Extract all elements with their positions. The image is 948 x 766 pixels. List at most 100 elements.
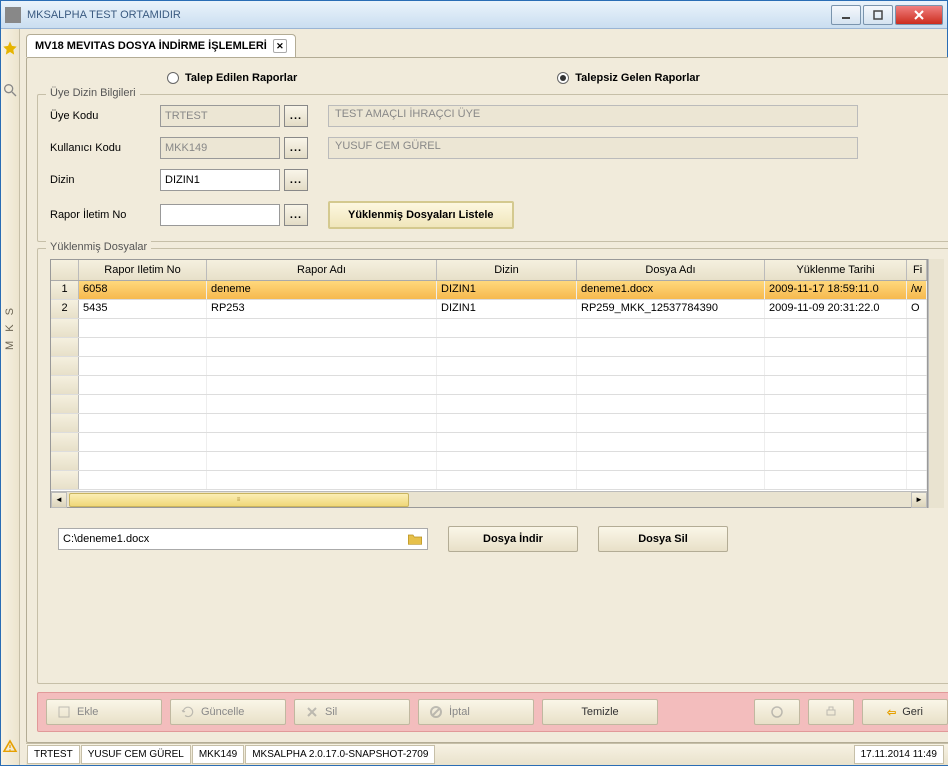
tab-close-icon[interactable]: ✕ [273, 39, 287, 53]
cell-c1 [79, 338, 207, 356]
table-row[interactable]: 25435RP253DIZIN1RP259_MKK_12537784390200… [51, 300, 927, 319]
cell-c4 [577, 414, 765, 432]
folder-icon[interactable] [407, 532, 423, 546]
cell-c6 [907, 338, 927, 356]
main-panel: Talep Edilen Raporlar Talepsiz Gelen Rap… [26, 57, 948, 743]
vertical-scrollbar[interactable] [928, 259, 944, 508]
tab-mv18[interactable]: MV18 MEVITAS DOSYA İNDİRME İŞLEMLERİ ✕ [26, 34, 296, 57]
favorite-icon[interactable] [1, 39, 19, 57]
col-dosya-adi[interactable]: Dosya Adı [577, 260, 765, 280]
col-rapor-adi[interactable]: Rapor Adı [207, 260, 437, 280]
kullanici-lookup[interactable]: ... [284, 137, 308, 159]
table-row[interactable] [51, 395, 927, 414]
cell-c5 [765, 471, 907, 489]
col-yuklenme[interactable]: Yüklenme Tarihi [765, 260, 907, 280]
uye-dizin-fieldset: Üye Dizin Bilgileri Üye Kodu ... TEST AM… [37, 94, 948, 242]
cell-rownum [51, 433, 79, 451]
minimize-icon [841, 10, 851, 20]
minimize-button[interactable] [831, 5, 861, 25]
horizontal-scrollbar[interactable]: ◄ ≡ ► [51, 491, 927, 507]
table-row[interactable] [51, 471, 927, 490]
cell-c1: 6058 [79, 281, 207, 299]
warning-icon[interactable] [1, 737, 19, 755]
ekle-button[interactable]: Ekle [46, 699, 162, 725]
lock-icon [944, 744, 948, 765]
status-datetime: 17.11.2014 11:49 [854, 745, 944, 764]
help-button[interactable] [754, 699, 800, 725]
mks-vertical-label: M K S [4, 305, 16, 350]
file-path-box[interactable]: C:\deneme1.docx [58, 528, 428, 550]
guncelle-button[interactable]: Güncelle [170, 699, 286, 725]
titlebar[interactable]: MKSALPHA TEST ORTAMIDIR [1, 1, 947, 29]
cell-c5: 2009-11-09 20:31:22.0 [765, 300, 907, 318]
cell-c6 [907, 433, 927, 451]
table-row[interactable] [51, 319, 927, 338]
rapor-lookup[interactable]: ... [284, 204, 308, 226]
radio-talep-edilen[interactable]: Talep Edilen Raporlar [167, 72, 297, 84]
download-button[interactable]: Dosya İndir [448, 526, 578, 552]
cell-c3 [437, 452, 577, 470]
list-files-button[interactable]: Yüklenmiş Dosyaları Listele [328, 201, 514, 229]
iptal-button[interactable]: İptal [418, 699, 534, 725]
table-row[interactable] [51, 452, 927, 471]
cell-c3 [437, 414, 577, 432]
cell-c5 [765, 452, 907, 470]
search-icon[interactable] [1, 81, 19, 99]
cell-c5 [765, 414, 907, 432]
geri-button[interactable]: ⇦ Geri [862, 699, 948, 725]
cell-c6 [907, 414, 927, 432]
uye-kodu-input[interactable] [160, 105, 280, 127]
cell-c1 [79, 471, 207, 489]
table-row[interactable] [51, 433, 927, 452]
cell-c4 [577, 433, 765, 451]
table-row[interactable] [51, 414, 927, 433]
cell-rownum: 1 [51, 281, 79, 299]
window-title: MKSALPHA TEST ORTAMIDIR [27, 9, 831, 21]
cell-c2 [207, 395, 437, 413]
cell-c5 [765, 319, 907, 337]
cell-c2 [207, 452, 437, 470]
scroll-thumb[interactable]: ≡ [69, 493, 409, 507]
cell-rownum [51, 376, 79, 394]
col-fi[interactable]: Fi [907, 260, 927, 280]
cell-rownum [51, 414, 79, 432]
app-icon [5, 7, 21, 23]
cell-c1 [79, 376, 207, 394]
sil-button[interactable]: Sil [294, 699, 410, 725]
dizin-input[interactable] [160, 169, 280, 191]
cell-c2 [207, 414, 437, 432]
rapor-input[interactable] [160, 204, 280, 226]
scroll-left-icon[interactable]: ◄ [51, 492, 67, 508]
back-arrow-icon: ⇦ [887, 706, 896, 719]
print-button[interactable] [808, 699, 854, 725]
cell-c3 [437, 357, 577, 375]
cell-c2 [207, 319, 437, 337]
uye-kodu-lookup[interactable]: ... [284, 105, 308, 127]
cell-c3 [437, 395, 577, 413]
kullanici-input[interactable] [160, 137, 280, 159]
delete-file-button[interactable]: Dosya Sil [598, 526, 728, 552]
cell-c6 [907, 471, 927, 489]
temizle-button[interactable]: Temizle [542, 699, 658, 725]
table-row[interactable]: 16058denemeDIZIN1deneme1.docx2009-11-17 … [51, 281, 927, 300]
cell-c1 [79, 452, 207, 470]
col-rapor-iletim[interactable]: Rapor Iletim No [79, 260, 207, 280]
table-row[interactable] [51, 376, 927, 395]
radio-talepsiz[interactable]: Talepsiz Gelen Raporlar [557, 72, 700, 84]
cell-c3 [437, 319, 577, 337]
table-row[interactable] [51, 338, 927, 357]
col-rownum[interactable] [51, 260, 79, 280]
tab-title: MV18 MEVITAS DOSYA İNDİRME İŞLEMLERİ [35, 40, 267, 52]
close-button[interactable] [895, 5, 943, 25]
cell-c2: deneme [207, 281, 437, 299]
scroll-right-icon[interactable]: ► [911, 492, 927, 508]
cell-c2 [207, 471, 437, 489]
col-dizin[interactable]: Dizin [437, 260, 577, 280]
dizin-lookup[interactable]: ... [284, 169, 308, 191]
table-header: Rapor Iletim No Rapor Adı Dizin Dosya Ad… [51, 260, 927, 281]
cell-c4: deneme1.docx [577, 281, 765, 299]
maximize-button[interactable] [863, 5, 893, 25]
cell-c3 [437, 433, 577, 451]
cell-c4: RP259_MKK_12537784390 [577, 300, 765, 318]
table-row[interactable] [51, 357, 927, 376]
